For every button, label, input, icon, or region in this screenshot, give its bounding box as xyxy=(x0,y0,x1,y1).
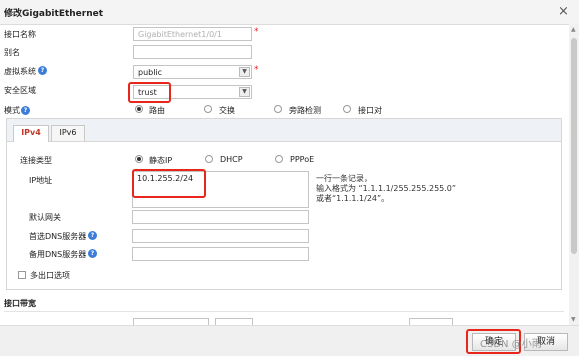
required-mark: * xyxy=(254,65,259,75)
conn-radio-dhcp[interactable] xyxy=(205,155,213,163)
scroll-down-icon[interactable]: ▼ xyxy=(571,316,576,323)
dialog-titlebar: 修改GigabitEthernet × xyxy=(0,0,579,25)
gateway-input[interactable] xyxy=(132,210,309,224)
mode-radio-bypass[interactable] xyxy=(274,105,282,113)
virtual-system-select[interactable]: public ▼ xyxy=(133,65,252,79)
hint-line: 输入格式为 “1.1.1.1/255.255.255.0” xyxy=(316,184,457,193)
tab-ipv4[interactable]: IPv4 xyxy=(13,125,49,142)
chevron-down-icon[interactable]: ▼ xyxy=(239,67,250,77)
chevron-down-icon[interactable]: ▼ xyxy=(239,87,250,97)
scroll-thumb[interactable] xyxy=(571,38,577,254)
ip-format-hint: 一行一条记录， 输入格式为 “1.1.1.1/255.255.255.0” 或者… xyxy=(316,174,456,204)
required-mark: * xyxy=(254,27,259,37)
ip-address-label: IP地址 xyxy=(29,176,53,185)
virtual-system-value: public xyxy=(138,68,163,77)
ip-config-panel: IPv4 IPv6 连接类型 静态IP DHCP PPPoE IP地址 10.1… xyxy=(6,118,562,290)
dns1-input[interactable] xyxy=(132,229,309,243)
conn-option-pppoe: PPPoE xyxy=(290,155,315,164)
mode-radio-switch[interactable] xyxy=(204,105,212,113)
mode-radio-route[interactable] xyxy=(135,105,143,113)
conn-option-static: 静态IP xyxy=(149,156,173,165)
dns1-label: 首选DNS服务器 xyxy=(29,232,87,241)
dns2-label: 备用DNS服务器 xyxy=(29,250,87,259)
security-zone-label: 安全区域 xyxy=(4,86,36,95)
bandwidth-section-title: 接口带宽 xyxy=(4,299,36,308)
watermark: CSDN @小雨 xyxy=(480,339,542,350)
interface-name-field: GigabitEthernet1/0/1 xyxy=(133,27,252,41)
multi-egress-label: 多出口选项 xyxy=(30,271,70,280)
conn-radio-static[interactable] xyxy=(135,155,143,163)
conn-radio-pppoe[interactable] xyxy=(275,155,283,163)
highlight-box xyxy=(128,82,171,103)
conn-type-label: 连接类型 xyxy=(20,156,52,165)
gateway-label: 默认网关 xyxy=(29,213,61,222)
help-icon[interactable]: ? xyxy=(88,249,97,258)
vertical-scrollbar[interactable]: ▲ ▼ xyxy=(569,24,579,325)
scroll-up-icon[interactable]: ▲ xyxy=(571,26,576,33)
highlight-box xyxy=(132,169,206,198)
mode-option-route: 路由 xyxy=(149,106,165,115)
help-icon[interactable]: ? xyxy=(21,106,30,115)
dialog-footer: 确定 取消 CSDN @小雨 xyxy=(0,325,579,356)
conn-option-dhcp: DHCP xyxy=(220,155,243,164)
divider xyxy=(4,311,564,312)
help-icon[interactable]: ? xyxy=(88,231,97,240)
mode-option-bypass: 旁路检测 xyxy=(289,106,321,115)
tab-ipv6[interactable]: IPv6 xyxy=(51,125,85,141)
hint-line: 一行一条记录， xyxy=(316,174,372,183)
hint-line: 或者“1.1.1.1/24”。 xyxy=(316,194,390,203)
dialog-title: 修改GigabitEthernet xyxy=(4,9,104,19)
virtual-system-label: 虚拟系统 xyxy=(4,67,36,76)
mode-radio-pair[interactable] xyxy=(343,105,351,113)
mode-option-pair: 接口对 xyxy=(358,106,382,115)
multi-egress-checkbox[interactable] xyxy=(18,271,26,279)
close-icon[interactable]: × xyxy=(558,4,569,19)
alias-input[interactable] xyxy=(133,45,252,59)
alias-label: 别名 xyxy=(4,48,20,57)
help-icon[interactable]: ? xyxy=(38,66,47,75)
mode-label: 模式 xyxy=(4,106,20,115)
dns2-input[interactable] xyxy=(132,247,309,261)
interface-name-label: 接口名称 xyxy=(4,30,36,39)
mode-option-switch: 交换 xyxy=(219,106,235,115)
tab-strip: IPv4 IPv6 xyxy=(7,119,561,142)
